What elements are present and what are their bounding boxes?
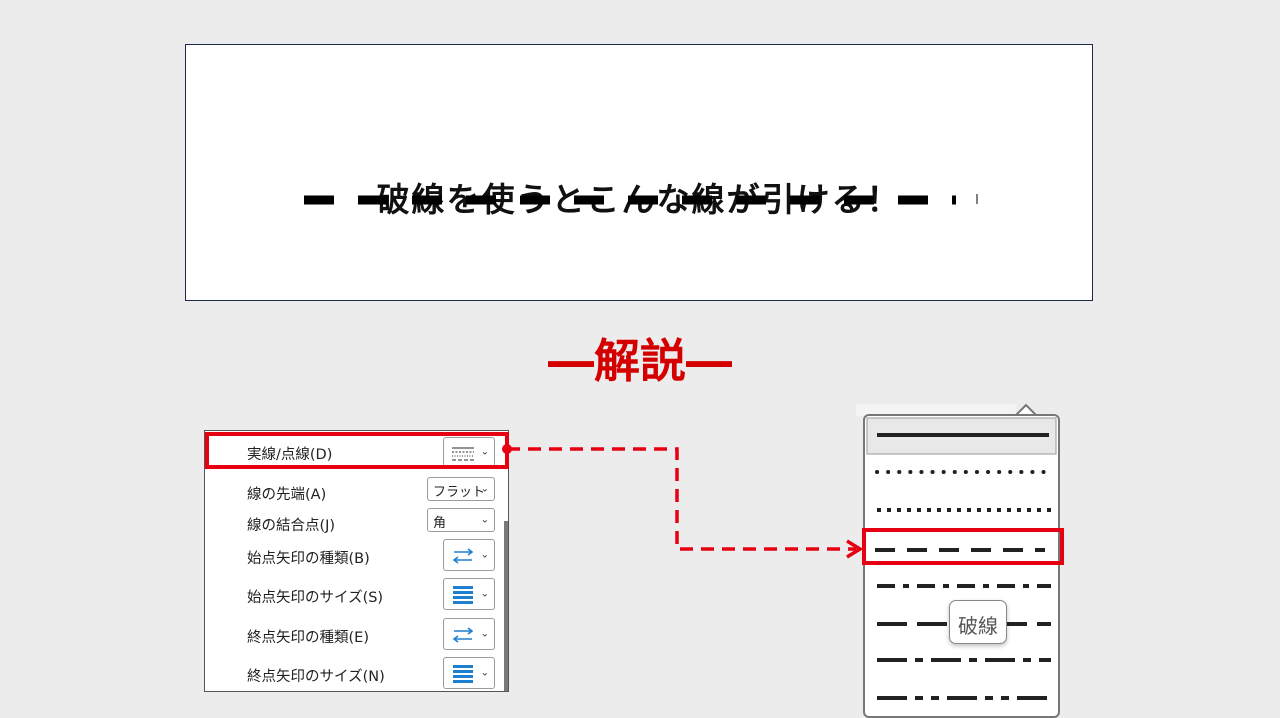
tooltip-text: 破線 [958, 614, 998, 638]
join-type-label: 線の結合点(J) [247, 518, 336, 534]
demo-box: 破線を使うとこんな線が引ける！ [185, 44, 1093, 301]
begin-arrow-size-label: 始点矢印のサイズ(S) [247, 590, 384, 606]
chevron-down-icon: ⌄ [480, 483, 489, 495]
dash-option-solid[interactable] [865, 416, 1058, 456]
dash-type-menu [863, 414, 1060, 718]
row-join-type: 線の結合点(J) 角 ⌄ [205, 506, 505, 540]
dash-option-square-dot[interactable] [865, 494, 1058, 530]
tooltip: 破線 [949, 600, 1007, 644]
cap-type-value: フラット [433, 485, 486, 500]
explain-heading: ―解説― [548, 334, 732, 388]
end-arrow-type-label: 終点矢印の種類(E) [247, 630, 369, 646]
join-type-value: 角 [433, 516, 447, 531]
row-end-arrow-size: 終点矢印のサイズ(N) ⌄ [205, 657, 505, 691]
chevron-down-icon: ⌄ [480, 667, 489, 679]
row-end-arrow-type: 終点矢印の種類(E) ⌄ [205, 618, 505, 652]
begin-arrow-type-label: 始点矢印の種類(B) [247, 551, 370, 567]
chevron-down-icon: ⌄ [480, 588, 489, 600]
end-arrow-type-dropdown[interactable]: ⌄ [443, 618, 495, 650]
arrow-type-icon [452, 548, 474, 564]
demo-dashed-line [304, 194, 978, 205]
chevron-down-icon: ⌄ [480, 628, 489, 640]
arrow-size-icon [453, 586, 473, 604]
row-begin-arrow-type: 始点矢印の種類(B) ⌄ [205, 539, 505, 573]
dash-option-long-dash-dot[interactable] [865, 644, 1058, 680]
join-type-dropdown[interactable]: 角 ⌄ [427, 508, 495, 532]
connector-arrow [502, 444, 864, 559]
chevron-down-icon: ⌄ [480, 514, 489, 526]
arrow-type-icon [452, 627, 474, 643]
end-arrow-size-label: 終点矢印のサイズ(N) [247, 669, 385, 685]
row-begin-arrow-size: 始点矢印のサイズ(S) ⌄ [205, 578, 505, 612]
end-arrow-size-dropdown[interactable]: ⌄ [443, 657, 495, 689]
chevron-down-icon: ⌄ [480, 549, 489, 561]
begin-arrow-type-dropdown[interactable]: ⌄ [443, 539, 495, 571]
dash-option-long-dash-dot-dot[interactable] [865, 680, 1058, 716]
cap-type-label: 線の先端(A) [247, 487, 327, 503]
dash-option-round-dot[interactable] [865, 456, 1058, 492]
line-format-panel: 実線/点線(D) ⌄ 線の先端(A) フラット ⌄ 線の結合点(J) 角 ⌄ 始… [204, 430, 509, 692]
begin-arrow-size-dropdown[interactable]: ⌄ [443, 578, 495, 610]
arrow-size-icon [453, 665, 473, 683]
row-cap-type: 線の先端(A) フラット ⌄ [205, 475, 505, 509]
highlight-dash-option [862, 528, 1064, 565]
cap-type-dropdown[interactable]: フラット ⌄ [427, 477, 495, 501]
highlight-dash-type [205, 432, 509, 469]
